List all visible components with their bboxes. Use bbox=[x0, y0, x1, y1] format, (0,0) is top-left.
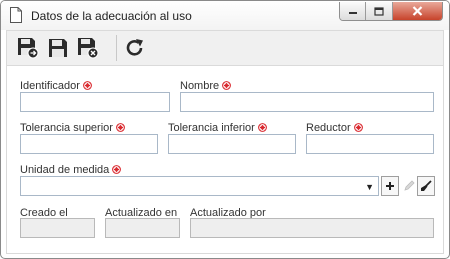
unidad-medida-label: Unidad de medida bbox=[20, 164, 122, 176]
maximize-icon bbox=[374, 6, 384, 16]
title-bar[interactable]: Datos de la adecuación al uso bbox=[1, 1, 449, 30]
refresh-icon[interactable] bbox=[124, 37, 146, 59]
nombre-input[interactable] bbox=[180, 92, 434, 112]
tolerancia-inferior-input[interactable] bbox=[168, 134, 296, 154]
identificador-label: Identificador bbox=[20, 80, 92, 92]
unidad-medida-select[interactable]: ▼ bbox=[20, 176, 379, 196]
close-icon bbox=[412, 6, 423, 16]
required-icon bbox=[112, 165, 122, 174]
minimize-icon bbox=[348, 12, 357, 14]
minimize-button[interactable] bbox=[340, 2, 367, 20]
close-button[interactable] bbox=[392, 2, 442, 20]
tolerancia-inferior-label: Tolerancia inferior bbox=[168, 122, 267, 134]
document-icon bbox=[10, 7, 22, 23]
required-icon bbox=[222, 81, 232, 90]
required-icon bbox=[353, 123, 363, 132]
reductor-label: Reductor bbox=[306, 122, 363, 134]
form-panel: Identificador Nombre Tolerancia superior… bbox=[6, 66, 444, 254]
nombre-label: Nombre bbox=[180, 80, 232, 92]
required-icon bbox=[83, 81, 92, 90]
save-icon[interactable] bbox=[47, 37, 69, 59]
save-and-close-icon[interactable] bbox=[77, 37, 99, 59]
toolbar-separator bbox=[116, 35, 117, 61]
edit-unit-button[interactable] bbox=[400, 176, 418, 196]
maximize-button[interactable] bbox=[366, 2, 393, 20]
add-unit-button[interactable] bbox=[381, 176, 399, 196]
dialog-window: Datos de la adecuación al uso Identifica… bbox=[0, 0, 450, 259]
actualizado-en-field bbox=[105, 218, 180, 238]
reductor-label-text: Reductor bbox=[306, 122, 351, 134]
broom-icon bbox=[421, 180, 432, 191]
required-icon bbox=[257, 123, 267, 132]
identificador-input[interactable] bbox=[20, 92, 170, 112]
clear-unit-button[interactable] bbox=[417, 176, 435, 196]
identificador-label-text: Identificador bbox=[20, 80, 80, 92]
reductor-input[interactable] bbox=[306, 134, 434, 154]
tolerancia-superior-label: Tolerancia superior bbox=[20, 122, 125, 134]
actualizado-por-field bbox=[190, 218, 434, 238]
pencil-icon bbox=[404, 180, 415, 191]
tolerancia-superior-label-text: Tolerancia superior bbox=[20, 122, 113, 134]
window-controls bbox=[339, 2, 443, 21]
window-title: Datos de la adecuación al uso bbox=[31, 9, 192, 23]
tolerancia-inferior-label-text: Tolerancia inferior bbox=[168, 122, 255, 134]
save-and-new-icon[interactable] bbox=[17, 37, 39, 59]
required-icon bbox=[116, 123, 125, 132]
plus-icon bbox=[386, 182, 394, 190]
toolbar bbox=[6, 30, 444, 66]
tolerancia-superior-input[interactable] bbox=[20, 134, 158, 154]
creado-el-field bbox=[20, 218, 95, 238]
nombre-label-text: Nombre bbox=[180, 80, 220, 92]
dropdown-arrow-icon[interactable]: ▼ bbox=[365, 182, 374, 192]
unidad-medida-label-text: Unidad de medida bbox=[20, 164, 110, 176]
